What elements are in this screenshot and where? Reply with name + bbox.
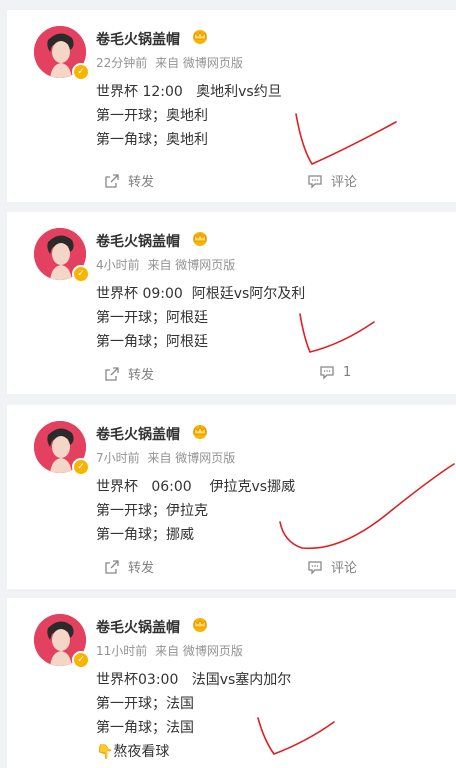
content-line: 世界杯 06:00 伊拉克vs挪威 (96, 479, 296, 495)
content-line: 第一开球；法国 (96, 696, 194, 712)
share-icon (105, 366, 119, 381)
content-line: 第一开球；奥地利 (96, 108, 208, 124)
post-content: 世界杯 09:00 阿根廷vs阿尔及利 第一开球；阿根廷 第一角球；阿根廷 (96, 282, 305, 354)
content-line: 世界杯 09:00 阿根廷vs阿尔及利 (96, 286, 306, 302)
post-source: 来自 微博网页版 (147, 258, 236, 272)
post-time[interactable]: 7小时前 (96, 451, 140, 465)
content-line: 第一角球；法国 (96, 720, 194, 736)
verified-badge-icon: ✓ (72, 651, 90, 669)
verified-badge-icon: ✓ (72, 265, 90, 283)
repost-label: 转发 (128, 561, 155, 576)
post-meta: 11小时前 来自 微博网页版 (96, 642, 247, 659)
repost-label: 转发 (128, 175, 155, 190)
share-icon (105, 559, 119, 574)
username[interactable]: 卷毛火锅盖帽 (96, 617, 180, 637)
crown-badge-icon[interactable] (190, 230, 210, 246)
content-line: 第一角球；挪威 (96, 527, 194, 543)
post-content: 世界杯03:00 法国vs塞内加尔 第一开球；法国 第一角球；法国 👇熬夜看球 (96, 668, 291, 764)
content-line: 世界杯 12:00 奥地利vs约旦 (96, 84, 282, 100)
post-source: 来自 微博网页版 (155, 644, 243, 658)
repost-label: 转发 (128, 368, 155, 383)
comment-icon (308, 560, 322, 575)
post-content: 世界杯 12:00 奥地利vs约旦 第一开球；奥地利 第一角球；奥地利 (96, 80, 282, 152)
content-line: 👇熬夜看球 (96, 744, 170, 760)
post-content: 世界杯 06:00 伊拉克vs挪威 第一开球；伊拉克 第一角球；挪威 (96, 475, 295, 547)
weibo-feed: ✓ 卷毛火锅盖帽 22分钟前 来自 微博网页版 世界杯 12:00 奥地利vs约… (0, 0, 456, 768)
repost-button[interactable]: 转发 (104, 557, 154, 576)
post-source: 来自 微博网页版 (147, 451, 236, 465)
comment-label: 评论 (331, 561, 358, 576)
comment-button[interactable]: 评论 (307, 557, 357, 576)
content-line: 第一角球；奥地利 (96, 132, 208, 148)
verified-badge-icon: ✓ (72, 63, 90, 81)
post-time[interactable]: 4小时前 (96, 258, 140, 272)
content-line: 第一开球；阿根廷 (96, 310, 208, 326)
username[interactable]: 卷毛火锅盖帽 (96, 231, 180, 251)
comment-label: 评论 (331, 175, 358, 190)
share-icon (105, 173, 119, 188)
post-card: ✓ 卷毛火锅盖帽 11小时前 来自 微博网页版 世界杯03:00 法国vs塞内加… (7, 598, 456, 768)
username[interactable]: 卷毛火锅盖帽 (96, 29, 180, 49)
post-time[interactable]: 22分钟前 (96, 56, 147, 70)
post-meta: 7小时前 来自 微博网页版 (96, 449, 239, 466)
content-line: 第一开球；伊拉克 (96, 503, 208, 519)
post-meta: 22分钟前 来自 微博网页版 (96, 54, 247, 71)
post-card: ✓ 卷毛火锅盖帽 22分钟前 来自 微博网页版 世界杯 12:00 奥地利vs约… (7, 10, 456, 202)
post-source: 来自 微博网页版 (155, 56, 243, 70)
post-time[interactable]: 11小时前 (96, 644, 147, 658)
comment-button[interactable]: 1 (319, 364, 351, 380)
verified-badge-icon: ✓ (72, 458, 90, 476)
repost-button[interactable]: 转发 (104, 364, 154, 383)
content-line: 世界杯03:00 法国vs塞内加尔 (96, 672, 292, 688)
post-card: ✓ 卷毛火锅盖帽 4小时前 来自 微博网页版 世界杯 09:00 阿根廷vs阿尔… (7, 212, 456, 394)
post-meta: 4小时前 来自 微博网页版 (96, 256, 239, 273)
crown-badge-icon[interactable] (190, 616, 210, 632)
post-card: ✓ 卷毛火锅盖帽 7小时前 来自 微博网页版 世界杯 06:00 伊拉克vs挪威… (7, 405, 456, 589)
comment-icon (320, 366, 334, 380)
comment-button[interactable]: 评论 (307, 171, 357, 190)
repost-button[interactable]: 转发 (104, 171, 154, 190)
comment-icon (308, 174, 322, 189)
crown-badge-icon[interactable] (190, 423, 210, 439)
crown-badge-icon[interactable] (190, 28, 210, 44)
post-actions: 转发 评论 (7, 557, 456, 581)
username[interactable]: 卷毛火锅盖帽 (96, 424, 180, 444)
content-line: 第一角球；阿根廷 (96, 334, 208, 350)
comment-count: 1 (343, 364, 352, 380)
post-actions: 转发 1 (7, 364, 456, 388)
post-actions: 转发 评论 (7, 171, 456, 195)
